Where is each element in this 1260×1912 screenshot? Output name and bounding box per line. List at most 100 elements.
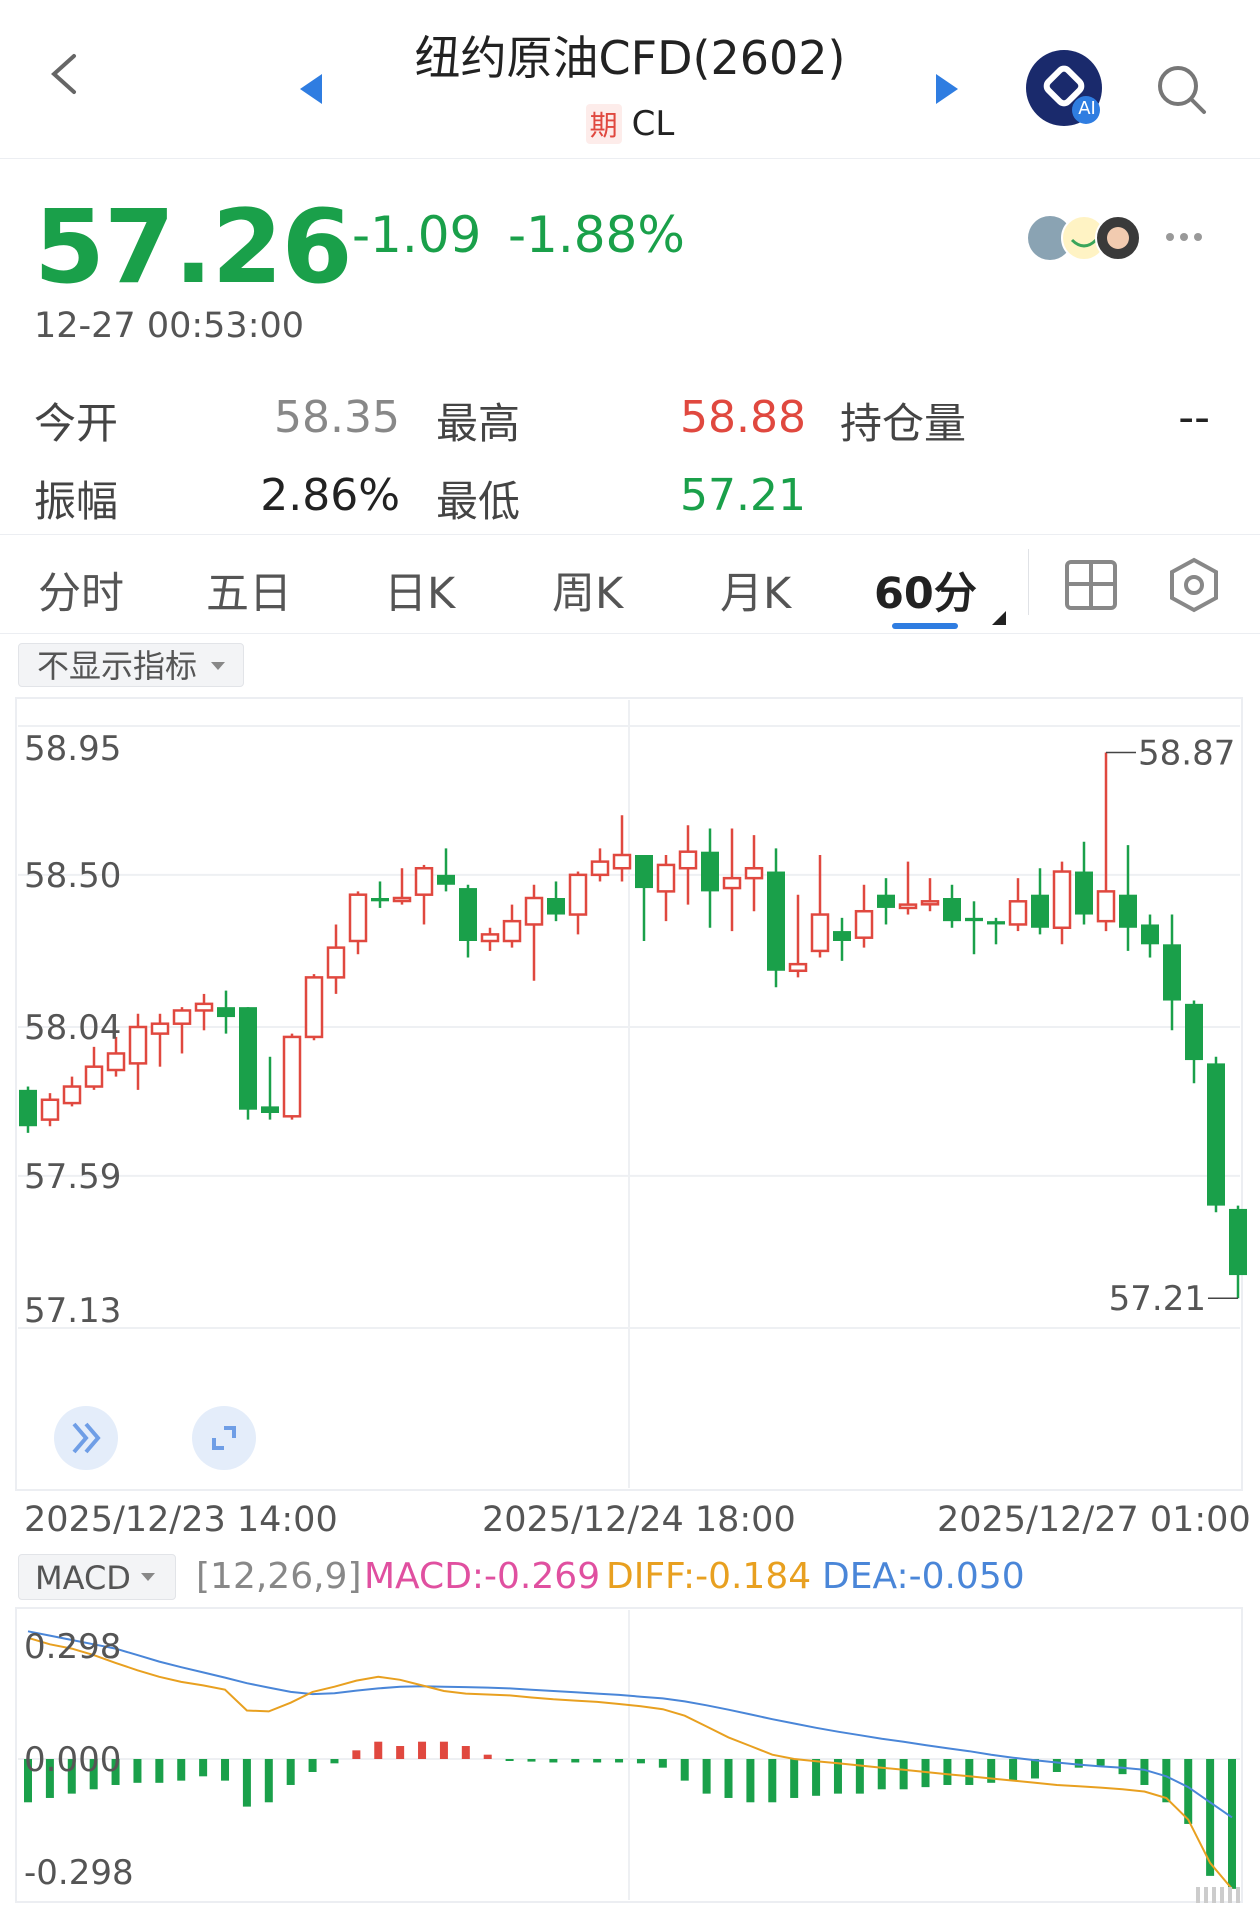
max-price-label: 58.87	[1138, 733, 1235, 773]
code-label: CL	[631, 104, 675, 144]
macd-bar	[199, 1759, 208, 1777]
y-tick-label: 57.13	[24, 1291, 121, 1331]
period-tabs: 分时 五日 日K 周K 月K 60分	[0, 534, 1260, 634]
candle-body	[833, 931, 851, 941]
low-label: 最低	[436, 477, 521, 526]
double-chevron-right-icon	[72, 1422, 101, 1454]
layout-grid-icon[interactable]	[1064, 559, 1118, 613]
macd-bar	[1184, 1759, 1193, 1824]
indicator-select[interactable]: 不显示指标	[18, 643, 244, 687]
ai-assistant-button[interactable]: AI	[1024, 48, 1104, 128]
candle-body	[62, 1085, 82, 1105]
candle-body	[920, 900, 940, 906]
macd-select[interactable]: MACD	[18, 1554, 176, 1600]
price-change-percent: -1.88%	[508, 206, 685, 264]
candle-body	[414, 866, 434, 896]
macd-bar	[549, 1759, 558, 1763]
tab-five-day[interactable]: 五日	[206, 559, 292, 621]
candle-body	[1207, 1063, 1225, 1206]
candle-body	[1075, 871, 1093, 915]
tab-weekly[interactable]: 周K	[552, 559, 623, 621]
candle-body	[788, 962, 808, 973]
macd-bar	[1140, 1759, 1149, 1785]
macd-bar	[1096, 1759, 1105, 1766]
candle-body	[128, 1025, 148, 1065]
search-icon[interactable]	[1154, 62, 1210, 118]
candlestick-chart[interactable]: 58.95 58.50 58.04 57.59 57.13 58.87 57.21	[0, 696, 1260, 1496]
macd-bar	[658, 1759, 667, 1768]
futures-badge: 期	[585, 104, 622, 144]
macd-bar	[702, 1759, 711, 1794]
candle-body	[810, 913, 830, 953]
more-icon[interactable]	[1164, 230, 1204, 244]
macd-bar	[1228, 1759, 1236, 1889]
candle-body	[547, 898, 565, 915]
macd-bar	[264, 1759, 273, 1803]
candle-body	[326, 946, 346, 979]
macd-bar	[680, 1759, 689, 1781]
macd-bar	[308, 1759, 317, 1772]
expand-panel-button[interactable]	[54, 1406, 118, 1470]
low-value: 57.21	[680, 470, 806, 521]
watermark-lines-icon	[1196, 1887, 1240, 1903]
macd-chart[interactable]: 0.298 0.000 -0.298	[0, 1606, 1260, 1906]
candle-body	[502, 919, 522, 943]
open-interest-value: --	[1178, 392, 1210, 443]
diff-value: DIFF:-0.184	[606, 1556, 812, 1597]
macd-bar	[330, 1759, 339, 1764]
macd-bar	[965, 1759, 974, 1785]
candle-body	[635, 855, 653, 889]
candle-body	[194, 1002, 214, 1012]
amplitude-value: 2.86%	[260, 470, 400, 521]
candle-body	[371, 898, 389, 902]
tab-daily[interactable]: 日K	[384, 559, 455, 621]
quote-timestamp: 12-27 00:53:00	[34, 306, 305, 346]
macd-bar	[155, 1759, 164, 1783]
top-bar: 纽约原油CFD(2602) 期 CL AI	[0, 0, 1260, 159]
macd-value: MACD:-0.269	[364, 1556, 601, 1597]
macd-bar	[943, 1759, 952, 1785]
x-axis-label-start: 2025/12/23 14:00	[24, 1500, 338, 1540]
macd-bar	[877, 1759, 886, 1790]
candle-body	[1185, 1003, 1203, 1061]
tab-intraday[interactable]: 分时	[38, 559, 124, 621]
macd-bar	[724, 1759, 733, 1798]
ai-badge-label: AI	[1078, 98, 1096, 119]
candle-body	[239, 1007, 257, 1110]
next-contract-icon[interactable]	[934, 72, 960, 106]
open-label: 今开	[34, 399, 119, 448]
macd-bar	[571, 1759, 580, 1763]
settings-hexagon-icon[interactable]	[1166, 557, 1222, 613]
tab-60min[interactable]: 60分	[874, 559, 977, 621]
candle-body	[722, 876, 742, 890]
candle-body	[1119, 894, 1137, 928]
candle-body	[282, 1035, 302, 1118]
candle-body	[480, 933, 500, 943]
y-tick-label: 58.04	[24, 1008, 121, 1048]
y-tick-label: 58.95	[24, 729, 121, 769]
macd-bar	[286, 1759, 295, 1785]
candle-body	[459, 888, 477, 941]
macd-bar	[352, 1750, 361, 1759]
fullscreen-icon	[212, 1426, 236, 1450]
candle-body	[767, 871, 785, 971]
macd-bar	[483, 1754, 492, 1759]
y-tick-label: 57.59	[24, 1157, 121, 1197]
avatar-group[interactable]	[1026, 214, 1146, 264]
candle-body	[612, 853, 632, 870]
dropdown-corner-icon[interactable]	[990, 609, 1008, 627]
amplitude-label: 振幅	[34, 477, 119, 526]
fullscreen-button[interactable]	[192, 1406, 256, 1470]
candle-body	[656, 863, 676, 893]
tab-monthly[interactable]: 月K	[720, 559, 791, 621]
last-price: 57.26	[34, 188, 353, 307]
macd-bar	[615, 1759, 624, 1763]
indicator-select-label: 不显示指标	[37, 647, 198, 685]
candle-body	[84, 1065, 104, 1088]
candle-body	[854, 909, 874, 939]
macd-bar	[1052, 1759, 1061, 1772]
candle-body	[965, 917, 983, 922]
candle-body	[1031, 894, 1049, 928]
macd-select-label: MACD	[35, 1559, 131, 1597]
candle-body	[524, 896, 544, 926]
